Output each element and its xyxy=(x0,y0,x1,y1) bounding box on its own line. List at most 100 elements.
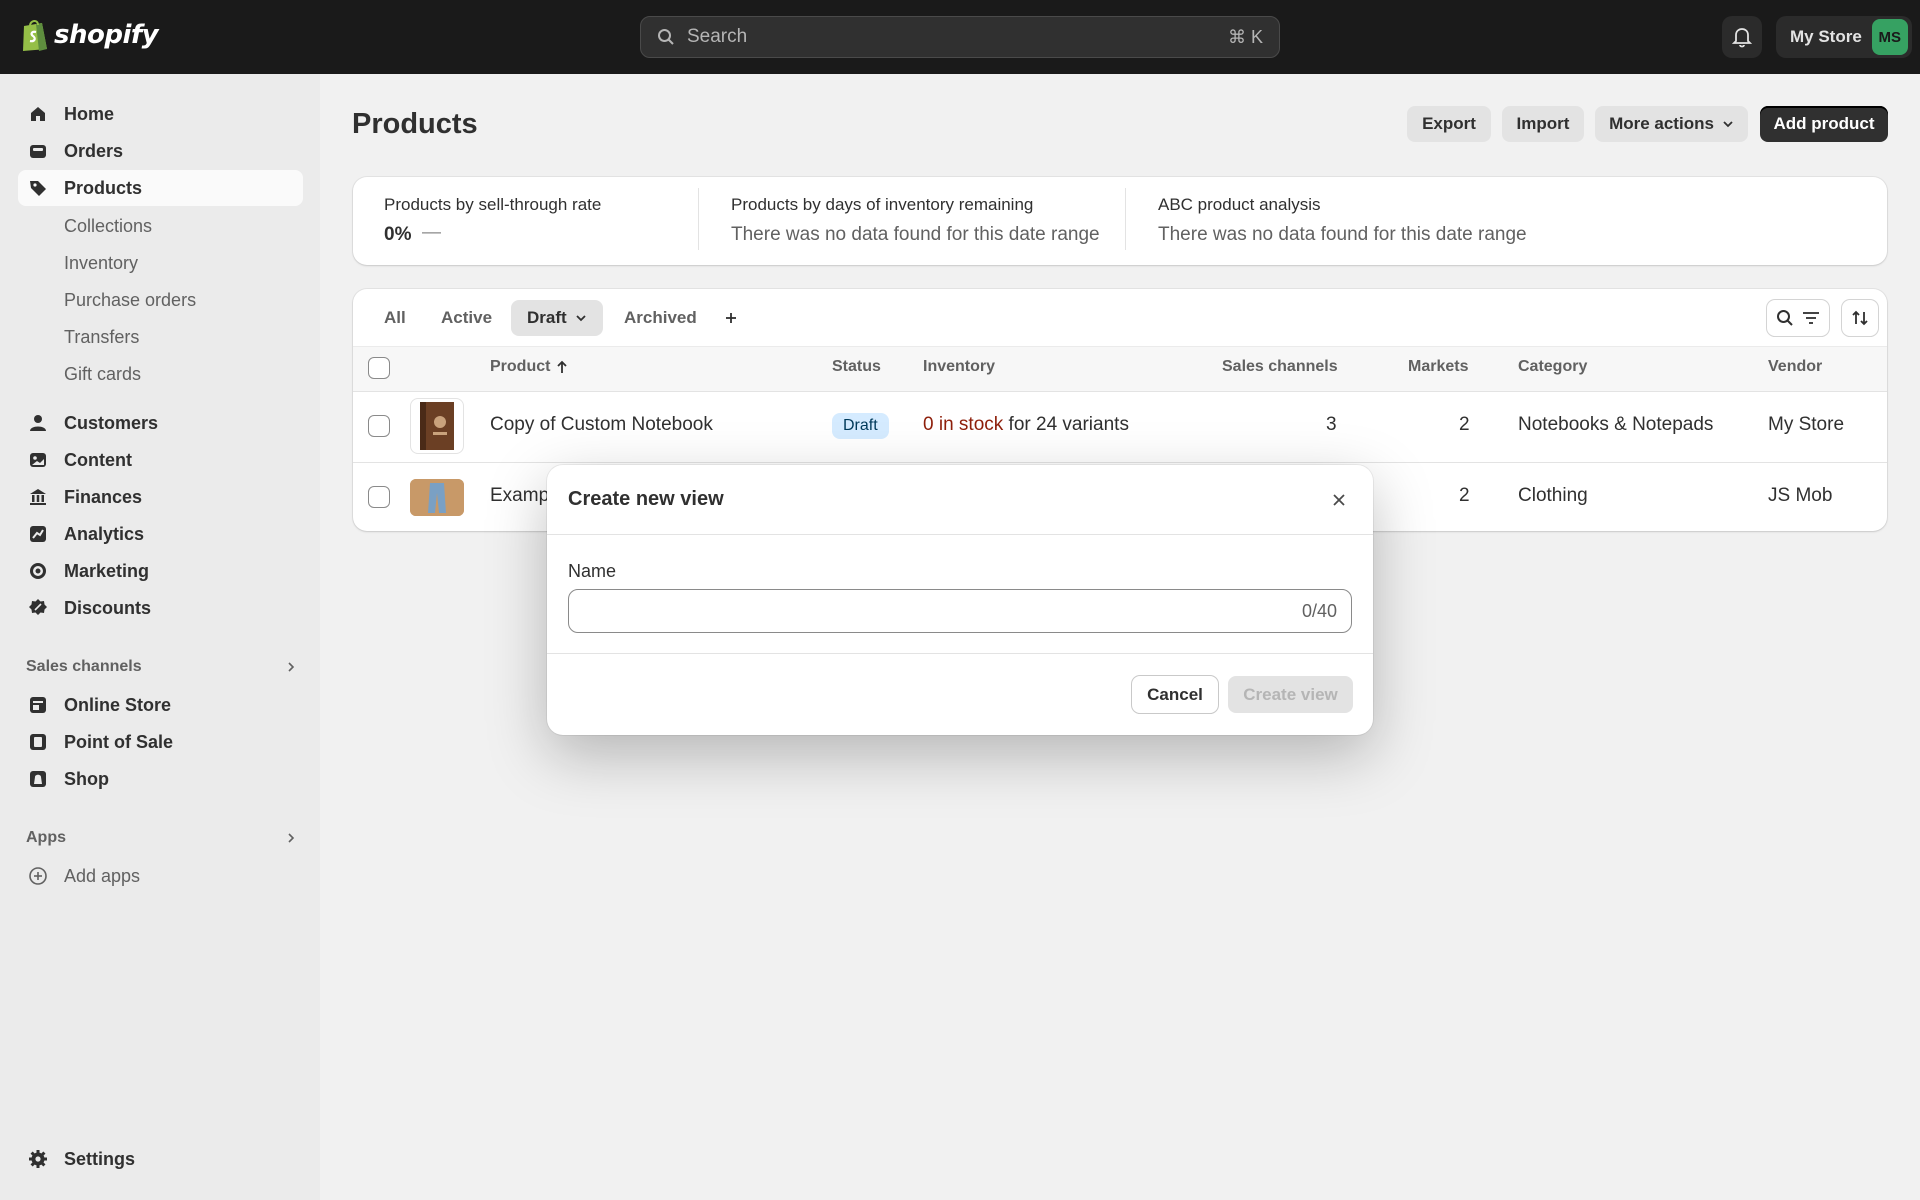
plus-circle-icon xyxy=(28,866,48,886)
sidebar-subitem-collections[interactable]: Collections xyxy=(64,216,152,237)
row-checkbox[interactable] xyxy=(368,486,390,508)
content-icon xyxy=(28,450,48,470)
sidebar-subitem-purchase-orders[interactable]: Purchase orders xyxy=(64,290,196,311)
chevron-right-icon xyxy=(288,662,295,672)
search-filter-button[interactable] xyxy=(1767,300,1829,336)
metric-label-abc-analysis[interactable]: ABC product analysis xyxy=(1158,195,1321,215)
sidebar-item-customers[interactable]: Customers xyxy=(18,405,303,441)
metric-label-sell-through[interactable]: Products by sell-through rate xyxy=(384,195,601,215)
sales-channels-header[interactable]: Sales channels xyxy=(26,658,296,676)
sidebar-item-content[interactable]: Content xyxy=(18,442,303,478)
metric-value-sell-through: 0% xyxy=(384,224,412,245)
sidebar-item-home[interactable]: Home xyxy=(18,96,303,132)
sidebar-subitem-gift-cards[interactable]: Gift cards xyxy=(64,364,141,385)
add-apps-button[interactable]: Add apps xyxy=(18,858,303,894)
export-button[interactable]: Export xyxy=(1407,106,1491,142)
create-view-button[interactable]: Create view xyxy=(1228,676,1353,713)
sidebar-item-label: Settings xyxy=(64,1148,136,1169)
sidebar-item-label: Finances xyxy=(64,486,143,507)
shopify-logo[interactable]: shopify xyxy=(20,18,159,52)
chevron-down-icon xyxy=(576,315,586,322)
search-shortcut: ⌘ K xyxy=(1227,26,1263,47)
sidebar-item-shop[interactable]: Shop xyxy=(18,761,303,797)
bank-icon xyxy=(28,487,48,507)
pos-icon xyxy=(28,732,48,752)
sidebar-subitem-inventory[interactable]: Inventory xyxy=(64,253,138,274)
name-input-wrapper[interactable]: 0/40 xyxy=(568,589,1352,633)
column-header-product[interactable]: Product xyxy=(490,358,568,376)
more-actions-label: More actions xyxy=(1609,114,1714,133)
divider xyxy=(698,188,699,250)
product-thumbnail xyxy=(410,479,464,516)
column-header-category[interactable]: Category xyxy=(1518,358,1587,376)
tab-draft-label: Draft xyxy=(527,308,567,327)
sales-channels-title: Sales channels xyxy=(26,658,142,675)
category-cell: Notebooks & Notepads xyxy=(1518,414,1714,435)
apps-header[interactable]: Apps xyxy=(26,829,296,847)
sidebar-item-finances[interactable]: Finances xyxy=(18,479,303,515)
filter-icon xyxy=(1803,312,1819,324)
character-counter: 0/40 xyxy=(1301,600,1337,621)
bell-icon xyxy=(1732,28,1752,48)
tab-draft[interactable]: Draft xyxy=(511,300,603,336)
tab-active[interactable]: Active xyxy=(425,300,508,336)
shop-icon xyxy=(28,769,48,789)
cancel-button[interactable]: Cancel xyxy=(1132,676,1218,713)
discount-icon xyxy=(28,598,48,618)
sidebar-item-analytics[interactable]: Analytics xyxy=(18,516,303,552)
column-header-inventory[interactable]: Inventory xyxy=(923,358,995,376)
jeans-image xyxy=(410,479,464,516)
divider xyxy=(1125,188,1126,250)
logo-text: shopify xyxy=(54,20,159,50)
chevron-down-icon xyxy=(1723,121,1733,128)
modal-header: Create new view xyxy=(547,465,1373,535)
tab-archived[interactable]: Archived xyxy=(608,300,713,336)
store-menu-button[interactable]: My Store MS xyxy=(1776,16,1912,58)
chevron-right-icon xyxy=(288,833,295,843)
metric-trend-dash: — xyxy=(422,222,441,243)
page-title: Products xyxy=(352,108,478,140)
inventory-variants: for 24 variants xyxy=(1008,414,1129,435)
add-view-button[interactable] xyxy=(716,300,746,336)
notifications-button[interactable] xyxy=(1722,16,1762,58)
metric-label-days-inventory[interactable]: Products by days of inventory remaining xyxy=(731,195,1033,215)
top-bar: shopify Search ⌘ K My Store MS xyxy=(0,0,1920,74)
sidebar-item-marketing[interactable]: Marketing xyxy=(18,553,303,589)
sidebar-item-orders[interactable]: Orders xyxy=(18,133,303,169)
sales-channels-count: 3 xyxy=(1326,414,1337,435)
select-all-checkbox[interactable] xyxy=(368,357,390,379)
name-input[interactable] xyxy=(583,600,1302,622)
column-header-sales-channels[interactable]: Sales channels xyxy=(1222,358,1338,376)
sidebar-item-point-of-sale[interactable]: Point of Sale xyxy=(18,724,303,760)
orders-icon xyxy=(28,141,48,161)
add-product-button[interactable]: Add product xyxy=(1760,106,1888,142)
sidebar-item-products[interactable]: Products xyxy=(18,170,303,206)
store-name: My Store xyxy=(1790,27,1862,46)
vendor-cell: JS Mob xyxy=(1768,485,1833,506)
sort-button[interactable] xyxy=(1842,300,1878,336)
tab-all[interactable]: All xyxy=(368,300,422,336)
sidebar-item-label: Products xyxy=(64,177,143,198)
sidebar-item-label: Analytics xyxy=(64,523,145,544)
table-header-row xyxy=(353,347,1887,391)
close-button[interactable] xyxy=(1327,488,1351,512)
store-icon xyxy=(28,695,48,715)
sidebar-item-discounts[interactable]: Discounts xyxy=(18,590,303,626)
product-name-link[interactable]: Copy of Custom Notebook xyxy=(490,414,713,436)
name-field-label: Name xyxy=(568,561,617,581)
sidebar-item-label: Discounts xyxy=(64,597,152,618)
product-thumbnail xyxy=(410,398,464,454)
column-header-status[interactable]: Status xyxy=(832,358,881,376)
sidebar-subitem-transfers[interactable]: Transfers xyxy=(64,327,139,348)
column-header-vendor[interactable]: Vendor xyxy=(1768,358,1822,376)
import-button[interactable]: Import xyxy=(1502,106,1584,142)
search-bar[interactable]: Search ⌘ K xyxy=(640,16,1280,58)
column-header-markets[interactable]: Markets xyxy=(1408,358,1468,376)
tag-icon xyxy=(28,178,48,198)
search-icon xyxy=(658,29,674,45)
product-name-link[interactable]: Examp xyxy=(490,485,549,507)
sidebar-item-settings[interactable]: Settings xyxy=(18,1141,303,1177)
row-checkbox[interactable] xyxy=(368,415,390,437)
sidebar-item-online-store[interactable]: Online Store xyxy=(18,687,303,723)
more-actions-button[interactable]: More actions xyxy=(1595,106,1748,142)
